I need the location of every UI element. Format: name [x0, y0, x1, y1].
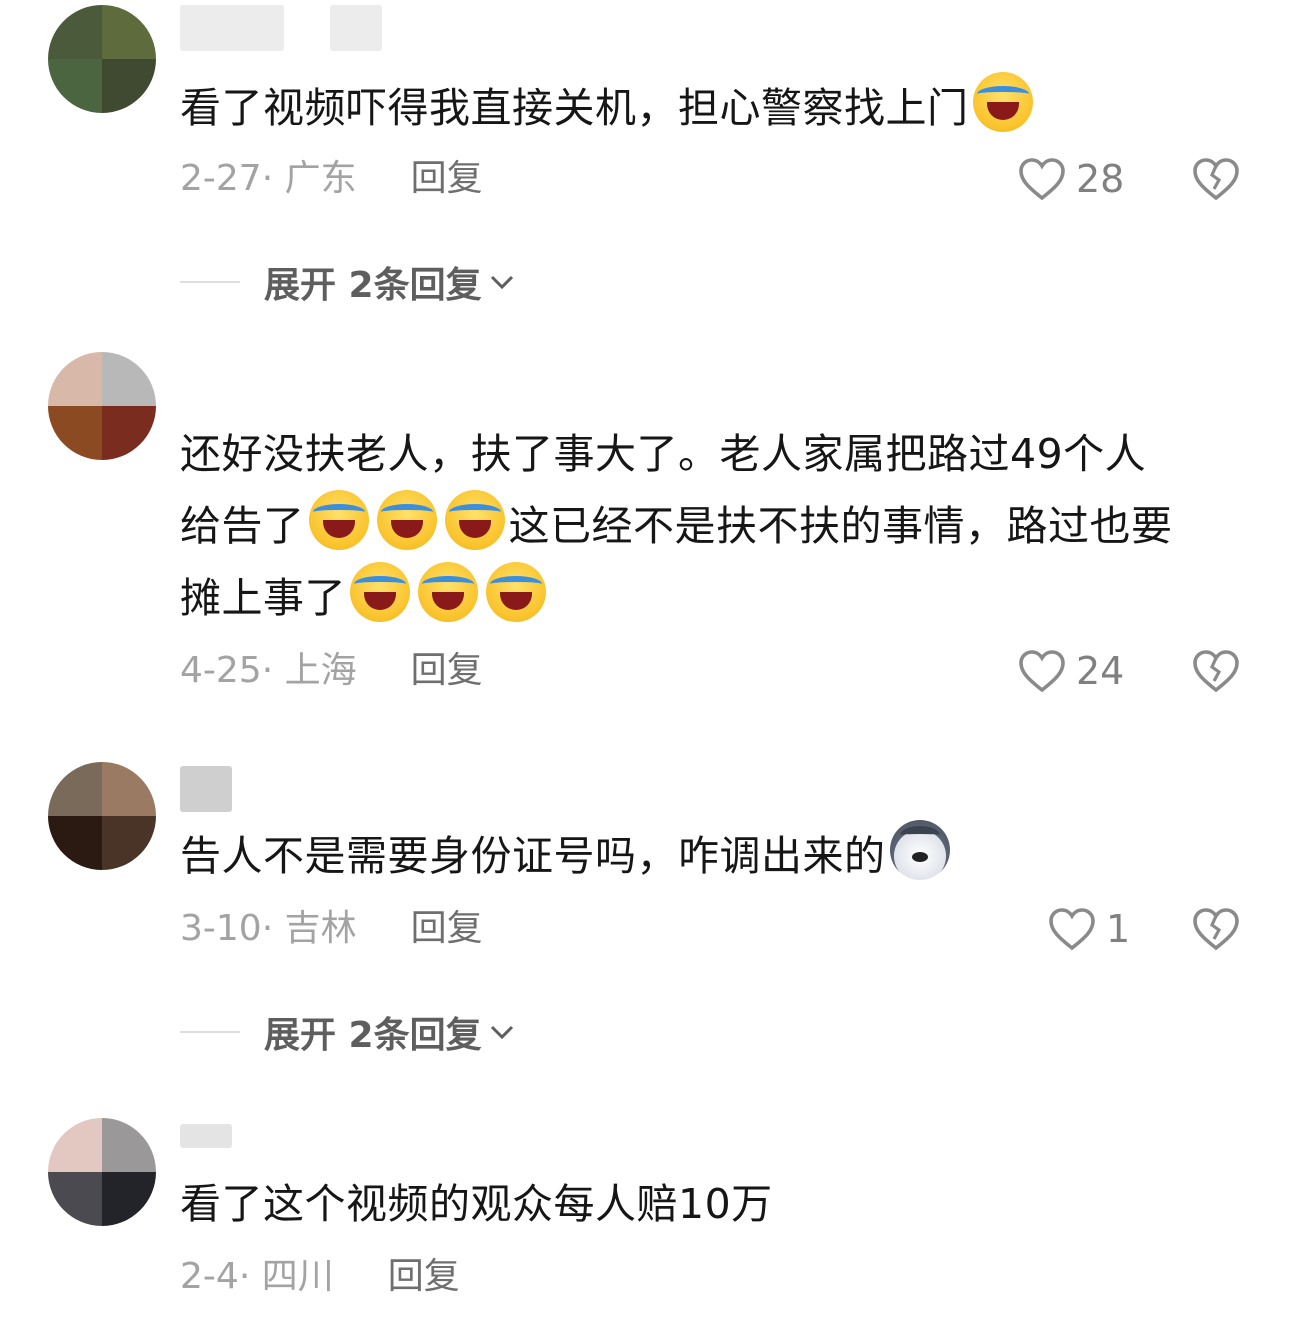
broken-heart-icon — [1193, 650, 1239, 693]
laughing-crying-emoji-icon — [444, 490, 505, 550]
comment-text-line: 还好没扶老人，扶了事大了。老人家属把路过49个人 — [180, 430, 1147, 478]
avatar[interactable] — [48, 762, 156, 870]
comment-text-line: 摊上事了 — [180, 562, 1230, 634]
comment-text: 看了视频吓得我直接关机，担心警察找上门 — [180, 72, 1230, 144]
comment-location: 上海 — [284, 650, 357, 691]
comment-meta: 3-10 · 吉林 回复 — [180, 906, 483, 952]
divider — [180, 1031, 240, 1033]
dislike-button[interactable] — [1192, 906, 1240, 952]
broken-heart-icon — [1193, 158, 1239, 201]
comment-location: 吉林 — [284, 908, 357, 949]
comment-meta: 2-27 · 广东 回复 — [180, 156, 483, 202]
chevron-down-icon — [490, 1025, 513, 1040]
comment-meta: 4-25 · 上海 回复 — [180, 648, 483, 694]
like-count: 24 — [1076, 649, 1125, 693]
username-redacted[interactable] — [180, 766, 232, 812]
expand-replies-button[interactable]: 展开 2条回复 — [180, 1010, 516, 1056]
divider — [180, 281, 240, 283]
laughing-crying-emoji-icon — [418, 562, 478, 622]
heart-outline-icon — [1019, 158, 1065, 201]
laughing-crying-emoji-icon — [376, 490, 437, 550]
heart-outline-icon — [1019, 650, 1065, 693]
heart-outline-icon — [1049, 908, 1095, 951]
dislike-button[interactable] — [1192, 156, 1240, 202]
laughing-crying-emoji-icon — [486, 562, 546, 622]
like-button[interactable]: 24 — [1018, 646, 1124, 696]
like-button[interactable]: 1 — [1048, 904, 1130, 954]
chevron-down-icon — [490, 275, 513, 290]
comment-meta: 2-4 · 四川 回复 — [180, 1254, 460, 1300]
comment-date: 3-10 — [180, 908, 262, 949]
reply-button[interactable]: 回复 — [388, 1254, 460, 1300]
broken-heart-icon — [1193, 908, 1239, 951]
avatar[interactable] — [48, 352, 156, 460]
husky-dog-emoji-icon — [889, 820, 950, 880]
laughing-crying-emoji-icon — [350, 562, 410, 622]
laughing-crying-emoji-icon — [972, 72, 1033, 132]
comment-text-body: 看了这个视频的观众每人赔10万 — [180, 1180, 773, 1228]
comment-date: 4-25 — [180, 650, 262, 691]
comment-location: 广东 — [284, 158, 357, 199]
comment-text: 还好没扶老人，扶了事大了。老人家属把路过49个人 给告了 这已经不是扶不扶的事情，… — [180, 418, 1230, 634]
laughing-crying-emoji-icon — [308, 490, 369, 550]
avatar[interactable] — [48, 5, 156, 113]
dislike-button[interactable] — [1192, 648, 1240, 694]
comment-text-body: 看了视频吓得我直接关机，担心警察找上门 — [180, 84, 969, 132]
reply-button[interactable]: 回复 — [411, 648, 483, 694]
expand-replies-label: 展开 2条回复 — [264, 265, 482, 306]
like-button[interactable]: 28 — [1018, 154, 1124, 204]
expand-replies-button[interactable]: 展开 2条回复 — [180, 260, 516, 306]
comment-text: 看了这个视频的观众每人赔10万 — [180, 1168, 1230, 1240]
like-count: 1 — [1106, 907, 1131, 951]
username-redacted[interactable] — [180, 1124, 232, 1170]
comment-date: 2-27 — [180, 158, 262, 199]
comment-text: 告人不是需要身份证号吗，咋调出来的 — [180, 820, 1230, 892]
expand-replies-label: 展开 2条回复 — [264, 1015, 482, 1056]
avatar[interactable] — [48, 1118, 156, 1226]
reply-button[interactable]: 回复 — [411, 156, 483, 202]
comment-date: 2-4 — [180, 1256, 239, 1297]
like-count: 28 — [1076, 157, 1125, 201]
comment-location: 四川 — [261, 1256, 334, 1297]
comment-text-line: 给告了 这已经不是扶不扶的事情，路过也要 — [180, 490, 1230, 562]
username-redacted[interactable] — [180, 5, 382, 51]
reply-button[interactable]: 回复 — [411, 906, 483, 952]
comment-text-body: 告人不是需要身份证号吗，咋调出来的 — [180, 832, 886, 880]
